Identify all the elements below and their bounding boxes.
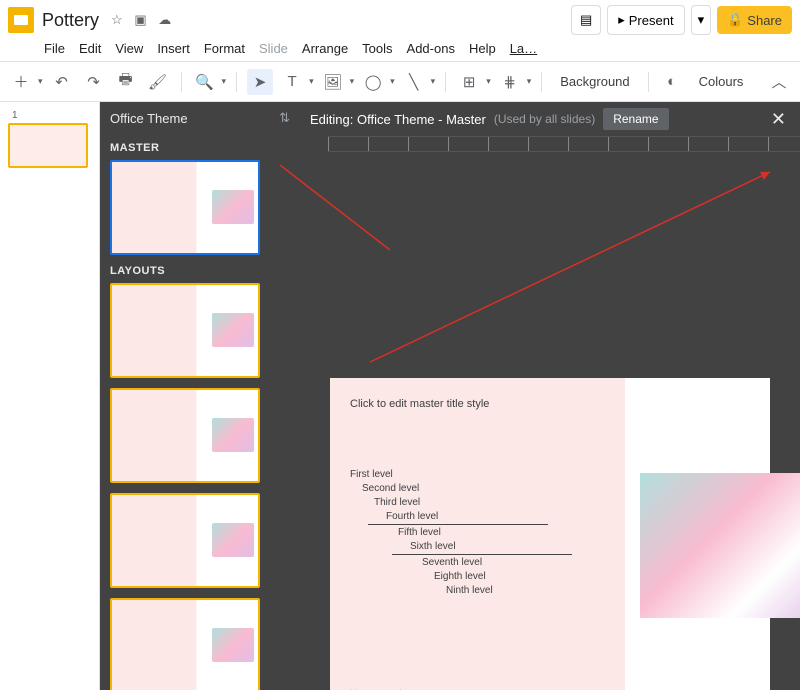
master-slide-canvas[interactable]: Click to edit master title style First l… — [330, 378, 770, 690]
layouts-section-label: LAYOUTS — [110, 265, 290, 277]
chevron-down-icon: ▾ — [390, 76, 395, 87]
image-tool[interactable]: 🖼 — [320, 69, 346, 95]
theme-colours-icon: ◐ — [659, 69, 685, 95]
chevron-down-icon: ▾ — [527, 76, 532, 87]
document-title[interactable]: Pottery — [42, 10, 99, 31]
theme-panel-title: Office Theme — [110, 111, 188, 126]
menu-file[interactable]: File — [44, 41, 65, 56]
text-levels-placeholder[interactable]: First levelSecond levelThird levelFourth… — [350, 468, 600, 598]
menu-insert[interactable]: Insert — [157, 41, 190, 56]
share-label: Share — [747, 13, 782, 28]
master-thumbnail[interactable] — [110, 160, 260, 255]
theme-panel-sort-icon[interactable]: ⇅ — [279, 110, 290, 126]
print-button[interactable]: 🖶 — [113, 69, 139, 95]
menu-edit[interactable]: Edit — [79, 41, 101, 56]
placeholder-tool[interactable]: ⊞ — [456, 69, 482, 95]
menu-bar: File Edit View Insert Format Slide Arrange Tool… — [0, 36, 800, 62]
menu-format[interactable]: Format — [204, 41, 245, 56]
menu-arrange[interactable]: Arrange — [302, 41, 348, 56]
chevron-down-icon: ▾ — [222, 76, 227, 87]
share-button[interactable]: 🔒 Share — [717, 6, 792, 34]
layout-thumbnail[interactable] — [110, 388, 260, 483]
comments-button[interactable]: ▤ — [571, 5, 601, 35]
master-title-placeholder[interactable]: Click to edit master title style — [350, 398, 489, 410]
layout-thumbnail[interactable] — [110, 598, 260, 690]
lock-icon: 🔒 — [727, 12, 743, 28]
collapse-toolbar-icon[interactable]: ︿ — [766, 69, 792, 95]
line-tool[interactable]: ╲ — [401, 69, 427, 95]
theme-panel: Office Theme ⇅ MASTER LAYOUTS — [100, 102, 300, 690]
comments-icon: ▤ — [580, 12, 592, 28]
menu-tools[interactable]: Tools — [362, 41, 392, 56]
master-section-label: MASTER — [110, 142, 290, 154]
filmstrip: 1 — [0, 102, 100, 690]
slide-image — [640, 473, 800, 618]
chevron-down-icon: ▾ — [486, 76, 491, 87]
textbox-tool[interactable]: T — [279, 69, 305, 95]
slide-editor: Editing: Office Theme - Master (Used by … — [300, 102, 800, 690]
layout-thumbnail[interactable] — [110, 283, 260, 378]
horizontal-ruler — [328, 136, 800, 152]
slide-number: 1 — [8, 110, 91, 121]
close-icon[interactable]: ✕ — [767, 109, 790, 130]
menu-view[interactable]: View — [115, 41, 143, 56]
menu-addons[interactable]: Add-ons — [407, 41, 455, 56]
colours-button[interactable]: Colours — [691, 74, 752, 89]
undo-button[interactable]: ↶ — [49, 69, 75, 95]
shape-tool[interactable]: ◯ — [360, 69, 386, 95]
guides-tool[interactable]: ⋕ — [497, 69, 523, 95]
redo-button[interactable]: ↷ — [81, 69, 107, 95]
background-button[interactable]: Background — [552, 74, 637, 89]
new-slide-button[interactable]: ＋ — [8, 69, 34, 95]
play-icon: ▸ — [618, 12, 625, 28]
select-tool[interactable]: ➤ — [247, 69, 273, 95]
present-label: Present — [629, 13, 674, 28]
slide-thumbnail[interactable] — [8, 123, 88, 168]
used-by-label: (Used by all slides) — [494, 112, 595, 126]
editing-label: Editing: Office Theme - Master — [310, 112, 486, 127]
cloud-icon[interactable]: ☁ — [158, 12, 171, 27]
menu-slide[interactable]: Slide — [259, 41, 288, 56]
chevron-down-icon: ▾ — [309, 76, 314, 87]
move-icon[interactable]: ▣ — [134, 12, 146, 27]
menu-la[interactable]: La… — [510, 41, 537, 56]
zoom-button[interactable]: 🔍 — [192, 69, 218, 95]
layout-thumbnail[interactable] — [110, 493, 260, 588]
chevron-down-icon: ▾ — [431, 76, 436, 87]
rename-button[interactable]: Rename — [603, 108, 668, 130]
toolbar: ＋ ▾ ↶ ↷ 🖶 🖌 🔍 ▾ ➤ T ▾ 🖼 ▾ ◯ ▾ ╲ ▾ ⊞ ▾ ⋕ ▾ Backgr… — [0, 62, 800, 102]
menu-help[interactable]: Help — [469, 41, 496, 56]
star-icon[interactable]: ☆ — [111, 12, 123, 27]
chevron-down-icon: ▾ — [38, 76, 43, 87]
present-dropdown[interactable]: ▾ — [691, 5, 712, 35]
chevron-down-icon: ▾ — [350, 76, 355, 87]
paint-format-button[interactable]: 🖌 — [145, 69, 171, 95]
slides-logo[interactable] — [8, 7, 34, 33]
present-button[interactable]: ▸ Present — [607, 5, 684, 35]
